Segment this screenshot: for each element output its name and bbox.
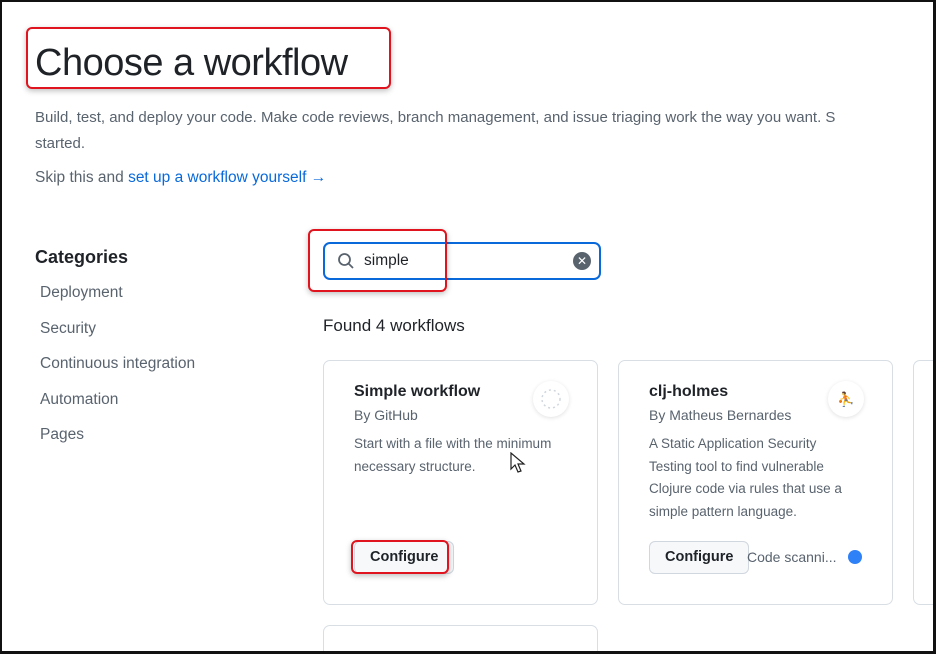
category-deployment[interactable]: Deployment [40,284,195,320]
clear-search-icon[interactable]: ✕ [573,252,591,270]
holmes-logo-icon: ⛹ [828,381,864,417]
page-title: Choose a workflow [35,42,348,84]
setup-workflow-yourself-link[interactable]: set up a workflow yourself → [128,169,326,186]
category-continuous-integration[interactable]: Continuous integration [40,355,195,391]
workflow-logo-icon [533,381,569,417]
category-security[interactable]: Security [40,320,195,356]
mouse-cursor-icon [510,452,526,473]
categories-list: Deployment Security Continuous integrati… [40,284,195,462]
configure-button[interactable]: Configure [354,541,455,574]
workflow-card-simple: Simple workflow By GitHub Start with a f… [323,360,598,605]
category-tag: Code scanni... [747,549,837,565]
configure-button[interactable]: Configure [649,541,750,574]
page-description: Build, test, and deploy your code. Make … [35,105,835,157]
skip-prefix: Skip this and [35,169,124,186]
workflow-card-clj-holmes: clj-holmes By Matheus Bernardes A Static… [618,360,893,605]
category-automation[interactable]: Automation [40,391,195,427]
category-pages[interactable]: Pages [40,426,195,462]
search-icon [338,253,354,269]
categories-heading: Categories [35,247,129,267]
description-line: started. [35,135,86,152]
search-input[interactable] [364,252,564,270]
description-line: Build, test, and deploy your code. Make … [35,109,836,126]
language-dot-icon [848,550,862,564]
card-description: A Static Application Security Testing to… [649,436,842,519]
skip-text: Skip this and set up a workflow yourself… [35,169,326,187]
search-box[interactable]: ✕ [323,242,601,280]
workflow-card-partial [913,360,936,605]
results-count: Found 4 workflows [323,316,465,335]
workflow-card-partial [323,625,598,654]
card-author: By GitHub [354,407,418,423]
card-author: By Matheus Bernardes [649,407,792,423]
